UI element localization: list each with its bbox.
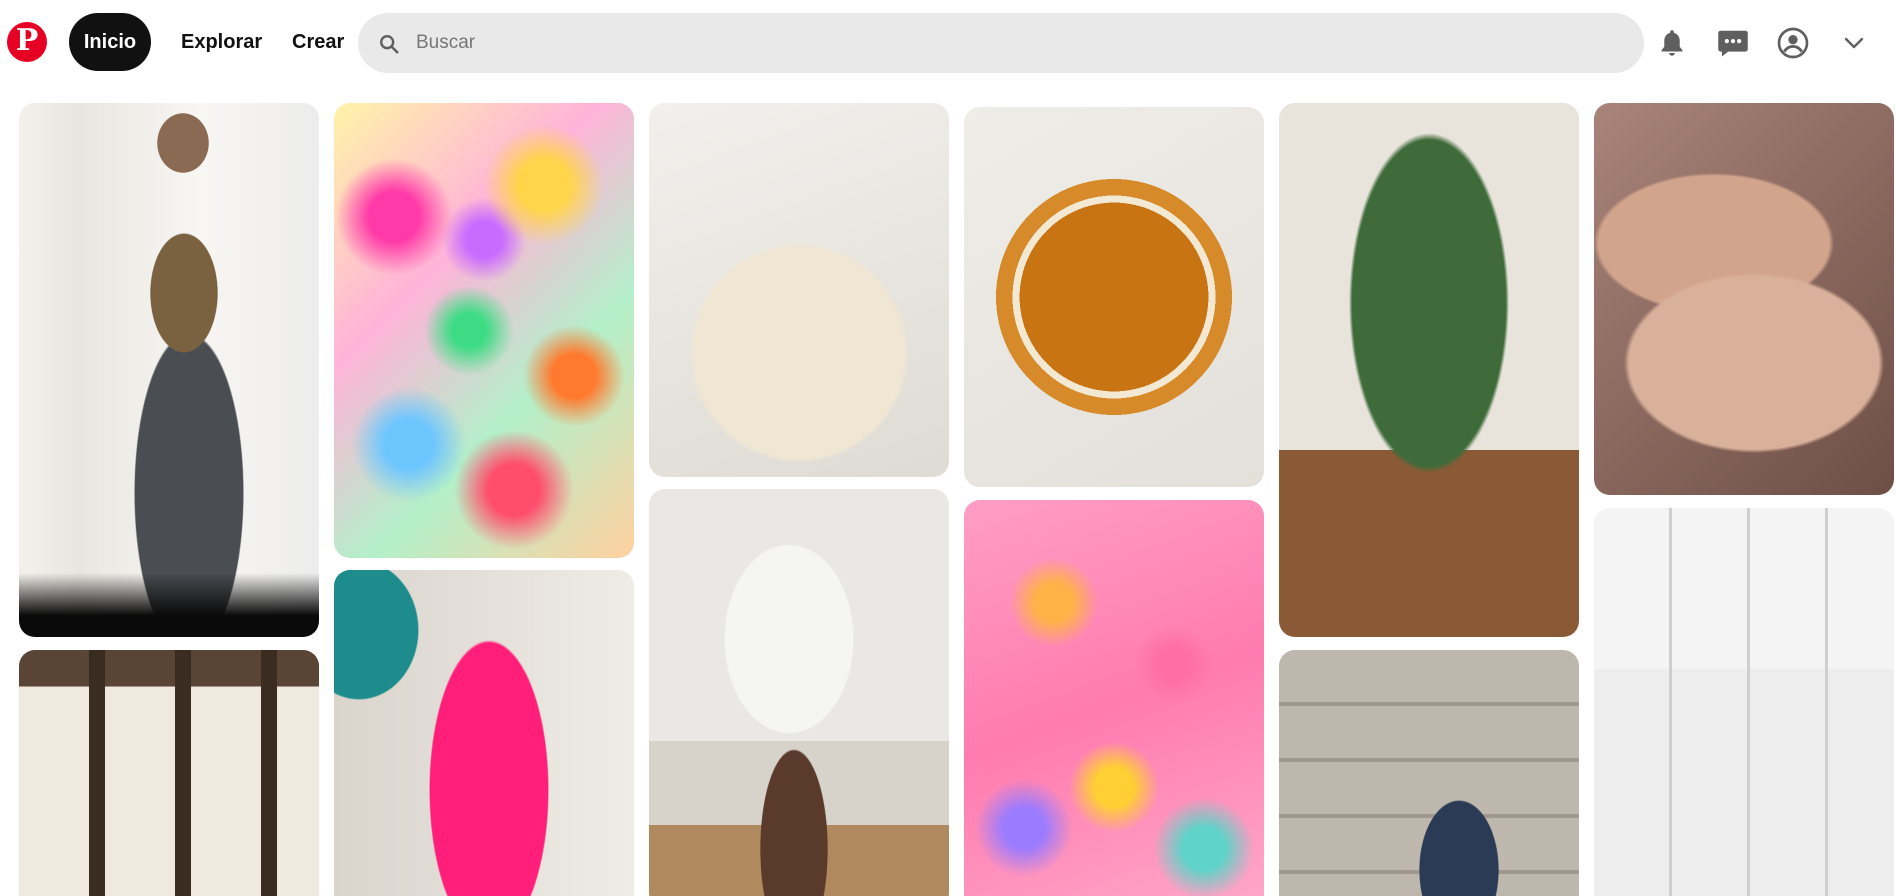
- pin-card[interactable]: [964, 500, 1264, 896]
- profile-button[interactable]: [1769, 19, 1817, 67]
- logo-letter: P: [15, 23, 39, 58]
- chevron-down-icon: [1844, 37, 1864, 49]
- notifications-button[interactable]: [1648, 19, 1696, 67]
- pin-card[interactable]: [19, 103, 319, 637]
- pin-card[interactable]: [334, 103, 634, 558]
- pin-card[interactable]: [334, 570, 634, 896]
- pin-card[interactable]: [649, 103, 949, 477]
- profile-icon: [1777, 27, 1809, 59]
- search-icon: [380, 35, 399, 54]
- account-menu-button[interactable]: [1830, 19, 1878, 67]
- pinterest-logo[interactable]: P: [7, 22, 47, 62]
- pin-card[interactable]: [1279, 650, 1579, 896]
- nav-home-button[interactable]: Inicio: [69, 13, 151, 71]
- nav-create-link[interactable]: Crear: [292, 13, 344, 71]
- top-navigation-bar: P Inicio Explorar Crear: [0, 0, 1896, 86]
- pin-card[interactable]: [649, 489, 949, 896]
- search-input[interactable]: [416, 13, 1616, 73]
- pin-card[interactable]: [1279, 103, 1579, 637]
- chat-icon: [1718, 30, 1748, 57]
- pin-card[interactable]: [1594, 508, 1894, 896]
- pin-card[interactable]: [964, 107, 1264, 487]
- bell-icon: [1661, 30, 1683, 56]
- nav-explore-link[interactable]: Explorar: [181, 13, 262, 71]
- messages-button[interactable]: [1709, 19, 1757, 67]
- pin-card[interactable]: [19, 650, 319, 896]
- search-bar[interactable]: [358, 13, 1644, 73]
- pin-card[interactable]: [1594, 103, 1894, 495]
